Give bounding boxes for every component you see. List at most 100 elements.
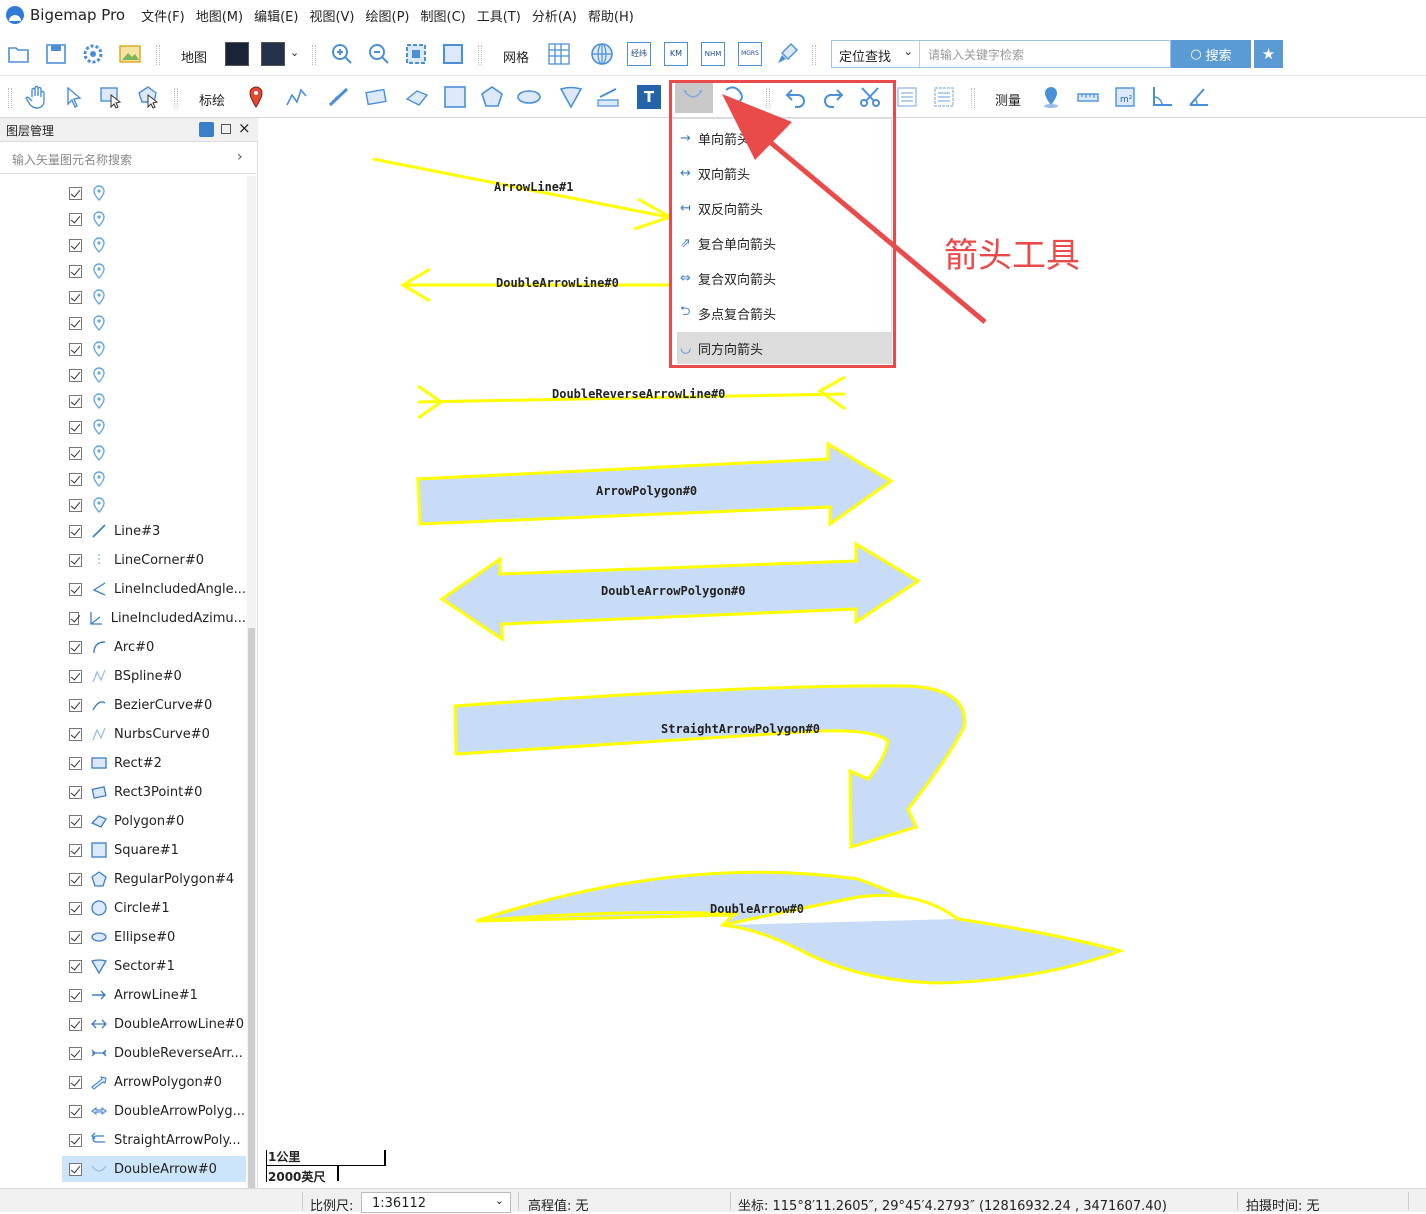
layer-visibility-checkbox[interactable] (69, 930, 82, 944)
layer-row-marker[interactable] (62, 180, 246, 206)
layer-row-marker[interactable] (62, 466, 246, 492)
scale-select[interactable]: 1:36112 ⌄ (361, 1192, 511, 1213)
layer-row[interactable]: RegularPolygon#4 (62, 866, 246, 892)
layer-visibility-checkbox[interactable] (69, 290, 82, 304)
chevron-right-icon[interactable]: › (237, 149, 243, 165)
layer-row-marker[interactable] (62, 440, 246, 466)
measure-point-icon[interactable] (1039, 85, 1063, 109)
chevron-down-icon[interactable]: ⌄ (290, 46, 299, 59)
menu-edit[interactable]: 编辑(E) (254, 6, 298, 25)
layer-row[interactable]: LineIncludedAzimu... (62, 605, 246, 631)
layer-row[interactable]: BezierCurve#0 (62, 692, 246, 718)
layer-visibility-checkbox[interactable] (69, 498, 82, 512)
layer-row[interactable]: ArrowPolygon#0 (62, 1069, 246, 1095)
zoom-out-icon[interactable] (367, 42, 391, 66)
layer-visibility-checkbox[interactable] (69, 553, 82, 567)
measure-distance-icon[interactable] (1076, 85, 1100, 109)
menu-tools[interactable]: 工具(T) (477, 6, 521, 25)
text-tool-icon[interactable]: T (637, 85, 661, 109)
full-extent-icon[interactable] (441, 42, 465, 66)
layer-row[interactable]: Square#1 (62, 837, 246, 863)
layer-visibility-checkbox[interactable] (69, 212, 82, 226)
mgrs-grid-icon[interactable]: MGRS (738, 42, 762, 66)
layer-visibility-checkbox[interactable] (69, 988, 82, 1002)
layer-row-marker[interactable] (62, 362, 246, 388)
layer-visibility-checkbox[interactable] (69, 186, 82, 200)
layer-row-marker[interactable] (62, 258, 246, 284)
layer-visibility-checkbox[interactable] (69, 394, 82, 408)
layer-row[interactable]: Line#3 (62, 518, 246, 544)
layer-row-marker[interactable] (62, 388, 246, 414)
straight-arrow-polygon-shape[interactable] (453, 684, 967, 850)
grid-icon[interactable] (547, 42, 571, 66)
ellipse-tool-icon[interactable] (517, 85, 541, 109)
menu-help[interactable]: 帮助(H) (588, 6, 634, 25)
layer-visibility-checkbox[interactable] (69, 785, 82, 799)
layer-visibility-checkbox[interactable] (69, 316, 82, 330)
restore-icon[interactable] (221, 124, 231, 134)
layer-visibility-checkbox[interactable] (69, 959, 82, 973)
settings-gear-icon[interactable] (81, 42, 105, 66)
layer-row[interactable]: DoubleArrowPolyg... (62, 1098, 246, 1124)
locate-mode-select[interactable]: 定位查找 ⌄ (832, 41, 920, 67)
latlon-grid-icon[interactable]: 经纬 (627, 42, 651, 66)
clear-brush-icon[interactable] (775, 42, 799, 66)
layer-row[interactable]: DoubleArrow#0 (62, 1156, 246, 1182)
layer-visibility-checkbox[interactable] (69, 368, 82, 382)
menu-view[interactable]: 视图(V) (309, 6, 354, 25)
layer-visibility-checkbox[interactable] (69, 640, 82, 654)
layer-visibility-checkbox[interactable] (69, 420, 82, 434)
save-icon[interactable] (44, 42, 68, 66)
double-arrow-shape[interactable] (475, 870, 1125, 985)
layer-visibility-checkbox[interactable] (69, 698, 82, 712)
layer-row-marker[interactable] (62, 206, 246, 232)
measure-azimuth-icon[interactable] (1187, 85, 1211, 109)
satellite-map-icon[interactable] (225, 42, 249, 66)
layer-row[interactable]: DoubleReverseArr... (62, 1040, 246, 1066)
marker-pin-icon[interactable] (244, 85, 268, 109)
layer-visibility-checkbox[interactable] (69, 238, 82, 252)
layer-visibility-checkbox[interactable] (69, 901, 82, 915)
nhm-grid-icon[interactable]: NHM (701, 42, 725, 66)
search-button[interactable]: ○ 搜索 (1171, 40, 1251, 68)
layer-visibility-checkbox[interactable] (69, 669, 82, 683)
layer-row-marker[interactable] (62, 414, 246, 440)
arrow-line-shape[interactable] (372, 157, 674, 231)
layer-visibility-checkbox[interactable] (69, 814, 82, 828)
layer-row-marker[interactable] (62, 232, 246, 258)
close-icon[interactable]: × (238, 119, 251, 137)
layer-row[interactable]: Polygon#0 (62, 808, 246, 834)
measure-angle-icon[interactable] (1150, 85, 1174, 109)
layer-row[interactable]: NurbsCurve#0 (62, 721, 246, 747)
layer-row[interactable]: Circle#1 (62, 895, 246, 921)
layer-visibility-checkbox[interactable] (69, 1133, 82, 1147)
regular-polygon-tool-icon[interactable] (480, 85, 504, 109)
polygon-tool-icon[interactable] (405, 85, 429, 109)
layer-visibility-checkbox[interactable] (69, 524, 82, 538)
scrollbar-thumb[interactable] (248, 628, 255, 1188)
layer-visibility-checkbox[interactable] (69, 843, 82, 857)
layer-visibility-checkbox[interactable] (69, 264, 82, 278)
layer-row[interactable]: LineIncludedAngle... (62, 576, 246, 602)
sector-tool-icon[interactable] (559, 85, 583, 109)
search-input[interactable]: 请输入关键字检索 (928, 46, 1024, 63)
layer-visibility-checkbox[interactable] (69, 727, 82, 741)
freehand-line-icon[interactable] (327, 85, 351, 109)
layer-row[interactable]: Sector#1 (62, 953, 246, 979)
layer-visibility-checkbox[interactable] (69, 1104, 82, 1118)
layer-visibility-checkbox[interactable] (69, 1017, 82, 1031)
menu-analysis[interactable]: 分析(A) (532, 6, 577, 25)
layer-visibility-checkbox[interactable] (69, 1075, 82, 1089)
layer-row-marker[interactable] (62, 310, 246, 336)
layer-row[interactable]: Ellipse#0 (62, 924, 246, 950)
favorite-star-icon[interactable]: ★ (1254, 40, 1283, 68)
layer-visibility-checkbox[interactable] (69, 756, 82, 770)
search-icon[interactable] (199, 122, 214, 137)
menu-file[interactable]: 文件(F) (141, 6, 185, 25)
menu-cartography[interactable]: 制图(C) (421, 6, 466, 25)
layer-visibility-checkbox[interactable] (69, 1046, 82, 1060)
pan-hand-icon[interactable] (25, 85, 49, 109)
layer-scrollbar[interactable] (247, 176, 256, 1188)
layer-search-box[interactable]: 输入矢量图元名称搜索 › (0, 144, 256, 174)
zoom-extent-icon[interactable] (404, 42, 428, 66)
